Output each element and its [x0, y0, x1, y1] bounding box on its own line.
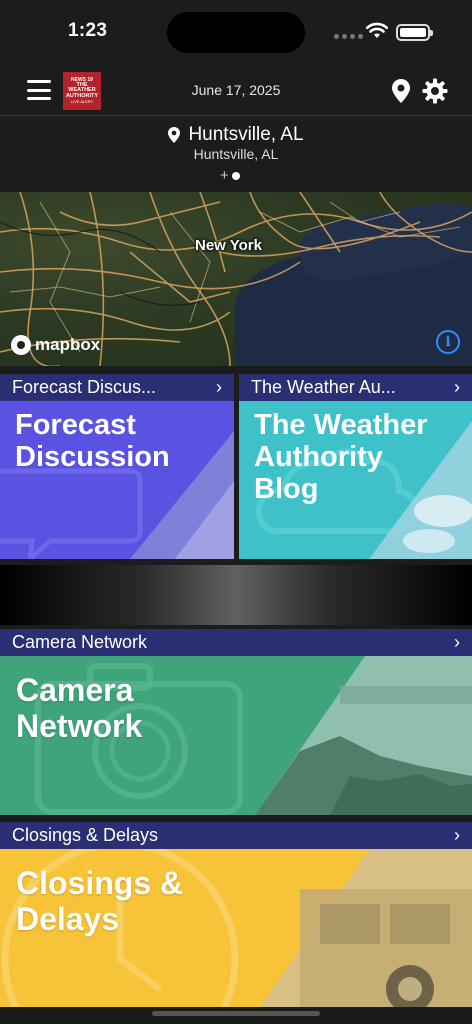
cellular-signal-icon: [334, 34, 363, 39]
chevron-right-icon: ›: [454, 377, 460, 397]
mapbox-label: mapbox: [35, 335, 101, 354]
tile-title: The Weather Authority Blog: [254, 409, 428, 505]
tile-image: Closings & Delays: [0, 840, 472, 1007]
ad-banner[interactable]: [0, 565, 472, 625]
location-subtitle: Huntsville, AL: [193, 146, 279, 162]
tile-header-label: Camera Network: [12, 632, 148, 652]
tile-header-label: Forecast Discus...: [12, 377, 157, 397]
tile-image: Forecast Discussion: [0, 401, 234, 559]
tile-header-label: The Weather Au...: [251, 377, 396, 397]
app-header: NEWS 19 THE WEATHER AUTHORITY LIVE ALERT…: [0, 62, 472, 116]
mapbox-icon: [11, 335, 31, 355]
add-location-icon[interactable]: +: [220, 167, 229, 184]
map-pin-icon[interactable]: [392, 79, 410, 103]
tile-header-label: Closings & Delays: [12, 825, 159, 845]
forecast-discussion-tile[interactable]: Forecast Discus... › Forecast Discussion: [0, 374, 234, 559]
gear-icon[interactable]: [422, 78, 448, 104]
tile-image: Camera Network: [0, 656, 472, 815]
tile-header: Forecast Discus... ›: [0, 374, 234, 401]
tile-title: Closings & Delays: [16, 865, 184, 937]
camera-network-tile[interactable]: Camera Network › Camera Network: [0, 629, 472, 815]
map-city-label: New York: [195, 237, 262, 254]
location-name: Huntsville, AL: [188, 124, 304, 145]
location-selector[interactable]: Huntsville, AL Huntsville, AL +: [0, 117, 472, 191]
info-icon[interactable]: i: [436, 330, 460, 354]
battery-icon: [396, 24, 433, 41]
weather-authority-blog-tile[interactable]: The Weather Au... › The Weather Authorit…: [239, 374, 472, 559]
mapbox-logo[interactable]: mapbox: [11, 335, 100, 355]
tile-title: Forecast Discussion: [15, 409, 170, 473]
closings-delays-tile[interactable]: Closings & Delays › Closings & Delays: [0, 822, 472, 1007]
tile-title: Camera Network: [16, 672, 143, 744]
page-dot-active: [231, 171, 240, 180]
wifi-icon: [366, 22, 388, 38]
tile-header: Camera Network ›: [0, 629, 472, 656]
dynamic-island: [167, 12, 305, 53]
location-pin-icon: [168, 127, 181, 143]
status-bar: 1:23: [0, 0, 472, 62]
tile-header: Closings & Delays ›: [0, 822, 472, 849]
status-time: 1:23: [68, 20, 108, 41]
home-indicator[interactable]: [152, 1011, 320, 1016]
chevron-right-icon: ›: [216, 377, 222, 397]
tile-image: The Weather Authority Blog: [239, 401, 472, 559]
location-pager[interactable]: +: [220, 167, 240, 184]
chevron-right-icon: ›: [454, 632, 460, 652]
tile-header: The Weather Au... ›: [239, 374, 472, 401]
radar-map[interactable]: New York mapbox i: [0, 192, 472, 366]
chevron-right-icon: ›: [454, 825, 460, 845]
